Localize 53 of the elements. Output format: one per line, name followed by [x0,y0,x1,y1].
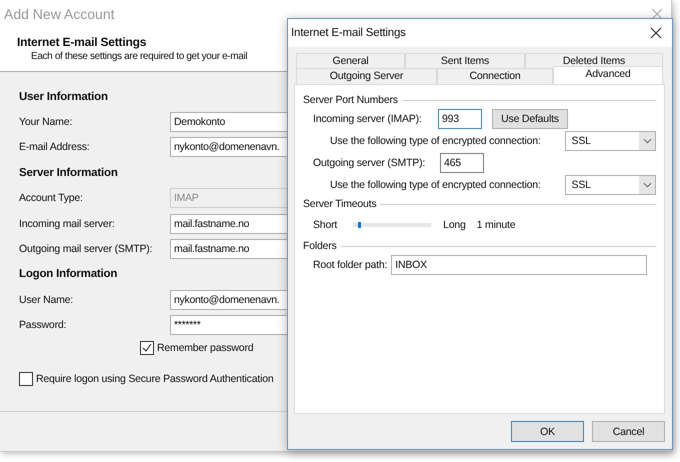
field-label: Incoming server (IMAP): [313,113,423,125]
close-icon[interactable] [650,27,662,39]
group-heading: Server Timeouts [303,198,376,210]
checkbox-label: Remember password [157,342,254,354]
field-label: Use the following type of encrypted connection: [330,179,542,191]
window-title: Add New Account [4,6,115,22]
input-field[interactable]: nykonto@domenenavn. [170,137,287,158]
dropdown-value: SSL [570,135,591,147]
group-heading: Logon Information [19,268,118,280]
field-label: E-mail Address: [19,141,91,154]
tab[interactable]: Advanced [553,66,663,84]
input-field: IMAP [170,188,287,208]
field-label: Outgoing server (SMTP): [313,157,426,169]
dropdown[interactable]: SSL [564,131,656,151]
checkbox[interactable] [19,372,33,386]
dropdown[interactable]: SSL [564,175,656,195]
timeout-value: 1 minute [476,219,516,231]
field-label: User Name: [19,294,74,306]
slider-label: Long [443,219,466,231]
group-heading: User Information [19,90,109,103]
group-heading: Server Information [19,166,119,179]
input-field[interactable]: ******* [170,315,287,336]
input-field[interactable]: nykonto@domenenavn. [170,290,287,310]
input-field[interactable]: 993 [438,109,482,129]
input-field[interactable]: Demokonto [170,112,287,132]
input-field[interactable]: 465 [440,153,484,173]
field-label: Outgoing mail server (SMTP): [19,243,154,256]
checkbox-label: Require logon using Secure Password Authentication [36,372,274,385]
field-label: Root folder path: [313,259,388,271]
tab[interactable]: Connection [437,68,553,84]
tab[interactable]: Sent Items [405,53,525,68]
slider-thumb[interactable] [358,222,362,228]
field-label: Incoming mail server: [19,218,116,230]
ok-button[interactable]: OK [511,421,584,442]
description-text: Each of these settings are required to get your e-mail [31,51,248,62]
use-defaults-button[interactable]: Use Defaults [492,109,568,129]
input-field[interactable]: mail.fastname.no [170,239,287,260]
field-label: Your Name: [19,116,74,128]
dropdown-value: SSL [570,179,591,191]
field-label: Password: [19,319,68,332]
input-field[interactable]: mail.fastname.no [170,214,287,234]
cancel-button[interactable]: Cancel [592,421,665,442]
field-label: Account Type: [19,192,84,204]
group-heading: Server Port Numbers [303,94,398,106]
checkbox[interactable] [140,340,154,355]
tab[interactable]: Outgoing Server [296,68,437,84]
input-field[interactable]: INBOX [391,255,648,275]
slider-label: Short [313,219,338,231]
window-title: Internet E-mail Settings [291,27,406,39]
tab[interactable]: General [296,53,405,68]
group-heading: Folders [303,240,337,252]
field-label: Use the following type of encrypted connection: [330,135,542,147]
section-heading: Internet E-mail Settings [17,35,146,49]
